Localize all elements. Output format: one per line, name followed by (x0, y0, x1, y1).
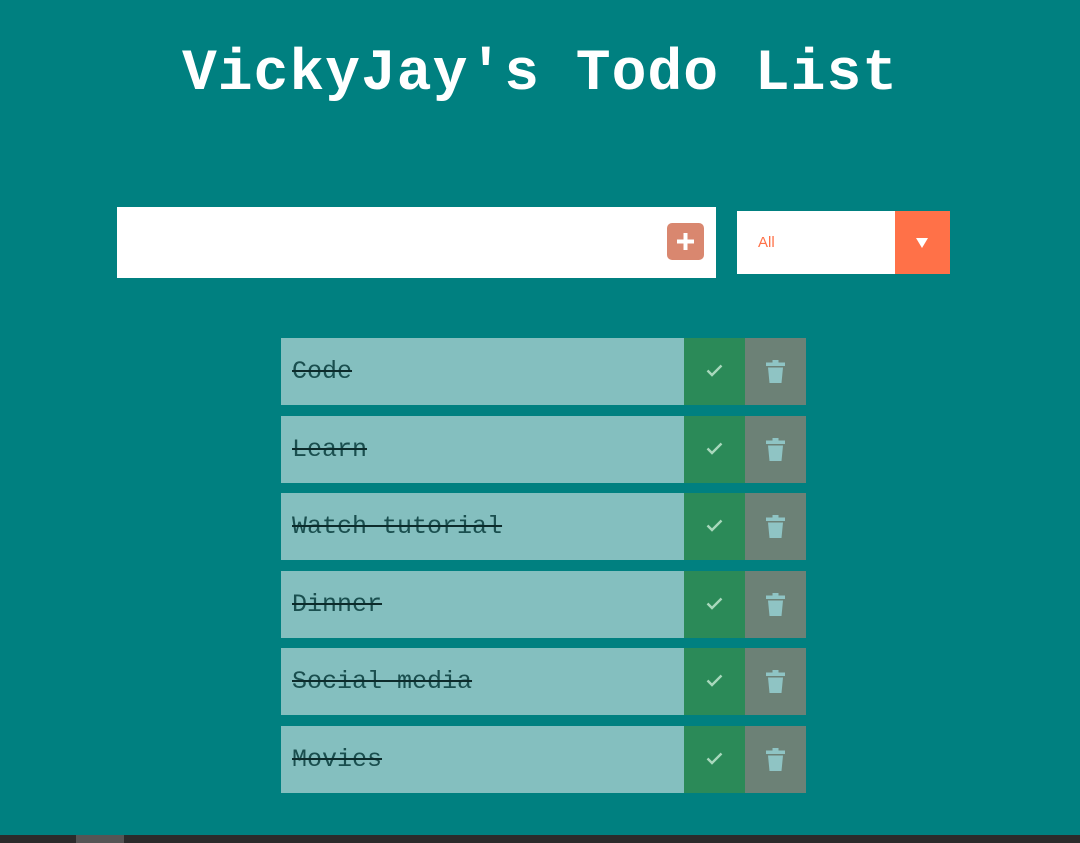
check-icon (706, 442, 723, 455)
todo-text: Watch tutorial (292, 512, 503, 541)
page-title: VickyJay's Todo List (181, 42, 899, 107)
plus-icon (677, 233, 694, 250)
trash-button[interactable] (745, 570, 806, 638)
complete-button[interactable] (684, 338, 745, 405)
todo-item: Learn (281, 415, 806, 483)
check-icon (706, 752, 723, 765)
trash-button[interactable] (745, 725, 806, 793)
complete-button[interactable] (684, 648, 745, 715)
todo-item: Dinner (281, 570, 806, 638)
check-icon (706, 364, 723, 377)
todo-text: Learn (292, 434, 368, 464)
trash-icon (766, 360, 785, 383)
add-todo-button[interactable] (667, 223, 704, 260)
todo-form (117, 207, 716, 278)
trash-icon (766, 747, 785, 771)
filter-dropdown-toggle[interactable] (895, 211, 950, 274)
complete-button[interactable] (684, 570, 745, 638)
trash-icon (766, 515, 785, 538)
complete-button[interactable] (684, 725, 745, 793)
caret-down-icon (916, 238, 928, 248)
trash-icon (766, 670, 785, 693)
todo-list: Code Learn Watch tutorial Dinner Social … (281, 338, 806, 803)
todo-item: Watch tutorial (281, 493, 806, 560)
trash-button[interactable] (745, 648, 806, 715)
trash-button[interactable] (745, 493, 806, 560)
todo-item: Social media (281, 648, 806, 715)
todo-text: Movies (292, 744, 383, 774)
horizontal-scrollbar[interactable] (0, 835, 1080, 843)
check-icon (706, 597, 723, 610)
todo-item: Code (281, 338, 806, 405)
trash-button[interactable] (745, 338, 806, 405)
scrollbar-thumb[interactable] (76, 835, 124, 843)
todo-text: Code (292, 357, 353, 386)
trash-icon (766, 437, 785, 461)
filter-selected-value: All (758, 234, 775, 251)
trash-button[interactable] (745, 415, 806, 483)
filter-select[interactable]: All (737, 211, 950, 274)
todo-item: Movies (281, 725, 806, 793)
complete-button[interactable] (684, 415, 745, 483)
todo-text: Social media (292, 667, 473, 696)
trash-icon (766, 592, 785, 616)
todo-text: Dinner (292, 589, 383, 619)
todo-input[interactable] (117, 207, 657, 278)
complete-button[interactable] (684, 493, 745, 560)
check-icon (706, 674, 723, 687)
check-icon (706, 519, 723, 532)
